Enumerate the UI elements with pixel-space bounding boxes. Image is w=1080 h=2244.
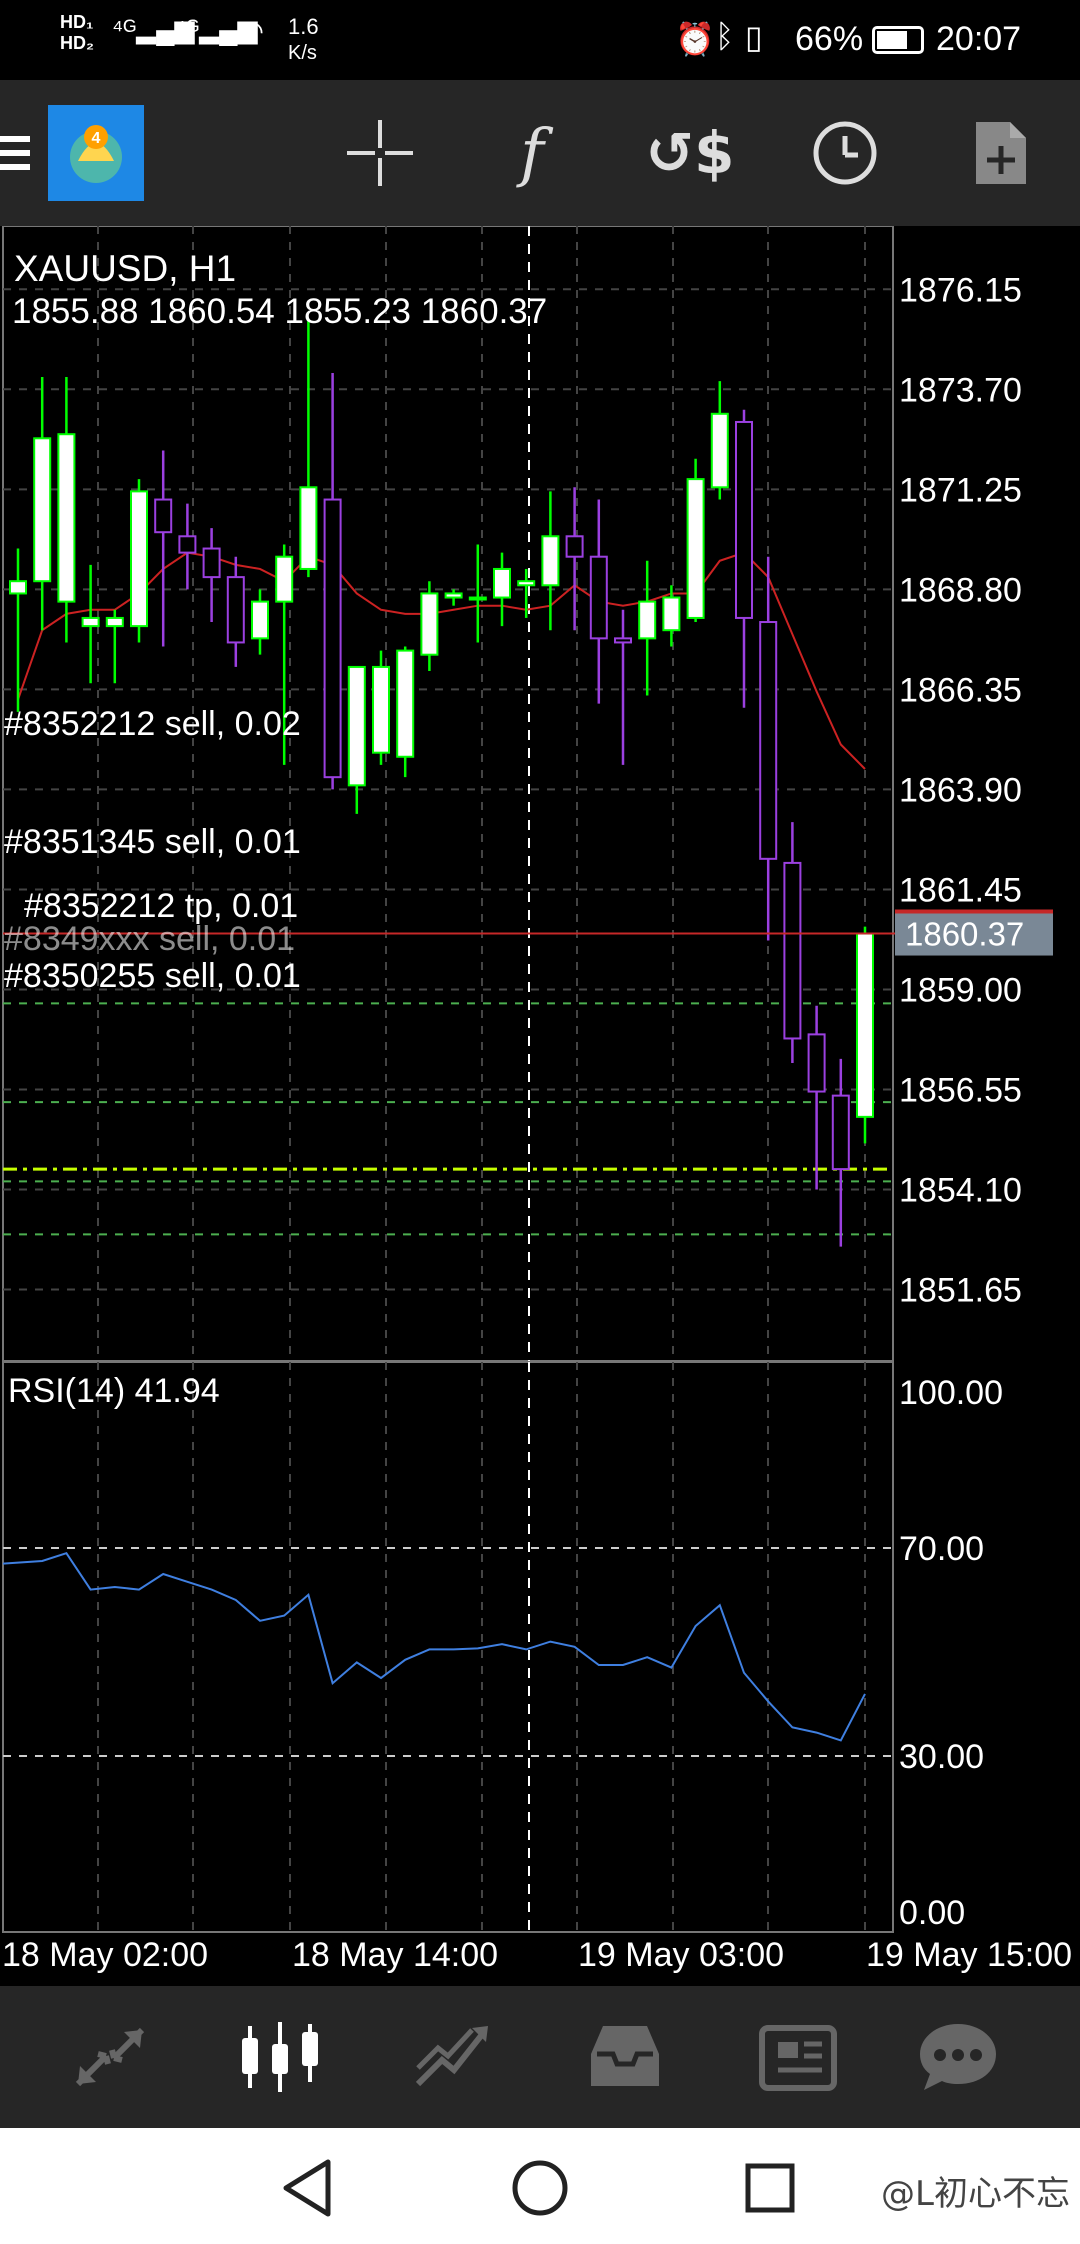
candle-body	[686, 478, 705, 619]
candle-body	[444, 592, 463, 599]
recent-apps-icon[interactable]	[730, 2148, 810, 2228]
wifi-icon: ◠	[238, 15, 265, 48]
function-icon[interactable]: f	[482, 80, 582, 226]
price-tick-label: 1851.65	[899, 1272, 1022, 1310]
candle-body	[57, 433, 76, 603]
price-tick-label: 1863.90	[899, 771, 1022, 809]
price-tick-label: 1873.70	[899, 371, 1022, 409]
bluetooth-icon: ᛒ	[715, 18, 735, 54]
candle-body	[154, 498, 173, 534]
candle-body	[81, 616, 100, 628]
chart-toolbar: 4 f ↺$	[0, 80, 1080, 226]
candle-body	[251, 600, 269, 640]
clock-time: 20:07	[936, 20, 1022, 58]
home-icon[interactable]	[500, 2148, 580, 2228]
candle-body	[420, 592, 439, 656]
chart-area[interactable]: 1876.15 1873.70 1871.25 1868.80 1866.35 1863.…	[0, 226, 1080, 1986]
candle-body	[396, 649, 415, 758]
candle-body	[202, 547, 221, 579]
price-tick-label: 1871.25	[899, 471, 1022, 509]
network-speed: 1.6	[288, 14, 319, 39]
crosshair-icon[interactable]	[330, 80, 430, 226]
svg-text:4: 4	[92, 130, 101, 147]
rsi-line	[2, 1552, 866, 1742]
rsi-pane-frame	[2, 1361, 894, 1933]
candle-body	[735, 420, 753, 619]
order-label: #8349xxx sell, 0.01	[4, 920, 295, 958]
candle-body	[589, 555, 608, 640]
candle-body	[299, 486, 318, 570]
status-bar: HD₁ HD₂ ⁴ᴳ▂▄▆ ⁴ᴳ▂▄▆ ◠ 1.6 K/s ⏰ ᛒ ▯ 66% 2…	[0, 0, 1080, 80]
candle-body	[517, 580, 536, 587]
candle-body	[493, 567, 511, 599]
time-axis-label: 19 May 03:00	[578, 1936, 784, 1974]
watermark: @L初心不忘	[881, 2174, 1070, 2214]
vibrate-icon: ▯	[745, 19, 763, 55]
price-tick-label: 1859.00	[899, 971, 1022, 1009]
rsi-title: RSI(14) 41.94	[8, 1372, 220, 1410]
rsi-level-label: 70.00	[899, 1530, 984, 1568]
candle-body	[541, 535, 560, 587]
candle-body	[105, 616, 124, 628]
hamburger-icon[interactable]	[0, 80, 34, 226]
quotes-icon[interactable]	[30, 1986, 190, 2128]
history-icon[interactable]	[545, 1986, 705, 2128]
candle-body	[638, 600, 657, 640]
chart-icon[interactable]	[200, 1986, 360, 2128]
price-tick-label: 1854.10	[899, 1172, 1022, 1210]
candle-body	[275, 555, 294, 603]
candle-body	[372, 665, 390, 754]
current-price-label: 1860.37	[905, 916, 1024, 953]
time-axis-label: 18 May 02:00	[2, 1936, 208, 1974]
rsi-level-label: 30.00	[899, 1738, 984, 1776]
candle-body	[662, 596, 681, 632]
battery-percent: 66%	[795, 20, 864, 58]
bottom-tab-bar	[0, 1986, 1080, 2128]
chart-canvas[interactable]: 1876.15 1873.70 1871.25 1868.80 1866.35 1863.…	[0, 226, 1080, 1986]
candle-body	[614, 637, 632, 644]
time-axis-label: 18 May 14:00	[292, 1936, 498, 1974]
price-tick-label: 1868.80	[899, 571, 1022, 609]
symbol-title: XAUUSD, H1	[14, 248, 237, 289]
candle-body	[783, 861, 802, 1040]
order-label: #8352212 sell, 0.02	[4, 705, 301, 743]
rsi-level-label: 0.00	[899, 1894, 965, 1932]
news-icon[interactable]	[718, 1986, 878, 2128]
back-icon[interactable]	[270, 2148, 350, 2228]
candle-body	[468, 596, 487, 601]
new-document-icon[interactable]	[950, 80, 1050, 226]
candle-body	[807, 1033, 826, 1093]
candle-body	[347, 665, 366, 787]
order-label: #8350255 sell, 0.01	[4, 957, 301, 995]
clock-icon[interactable]	[795, 80, 895, 226]
candle-body	[323, 498, 342, 779]
candle-body	[9, 580, 27, 595]
candle-body	[33, 437, 52, 583]
candle-body	[759, 621, 778, 860]
candle-body	[178, 535, 197, 554]
price-tick-label: 1866.35	[899, 671, 1022, 709]
trade-icon[interactable]	[372, 1986, 532, 2128]
rsi-level-label: 100.00	[899, 1374, 1003, 1412]
price-tick-label: 1861.45	[899, 871, 1022, 909]
battery-icon	[872, 26, 924, 54]
price-tick-label: 1856.55	[899, 1071, 1022, 1109]
candle-body	[565, 535, 584, 558]
network-unit: K/s	[288, 42, 317, 64]
order-label: #8351345 sell, 0.01	[4, 823, 301, 861]
symbol-dollar-icon[interactable]: ↺$	[640, 80, 740, 226]
price-tick-label: 1876.15	[899, 271, 1022, 309]
messages-icon[interactable]	[878, 1986, 1038, 2128]
candle-body	[226, 576, 245, 644]
hd-icon: HD₁ HD₂	[60, 12, 94, 53]
candle-body	[710, 412, 729, 489]
candle-body	[831, 1094, 850, 1171]
candle-body	[130, 490, 148, 628]
ohlc-readout: 1855.88 1860.54 1855.23 1860.37	[12, 292, 548, 331]
alarm-icon: ⏰	[675, 21, 715, 57]
candle-body	[856, 932, 874, 1118]
time-axis-label: 19 May 15:00	[866, 1936, 1072, 1974]
metatrader-4-icon[interactable]: 4	[48, 80, 144, 226]
